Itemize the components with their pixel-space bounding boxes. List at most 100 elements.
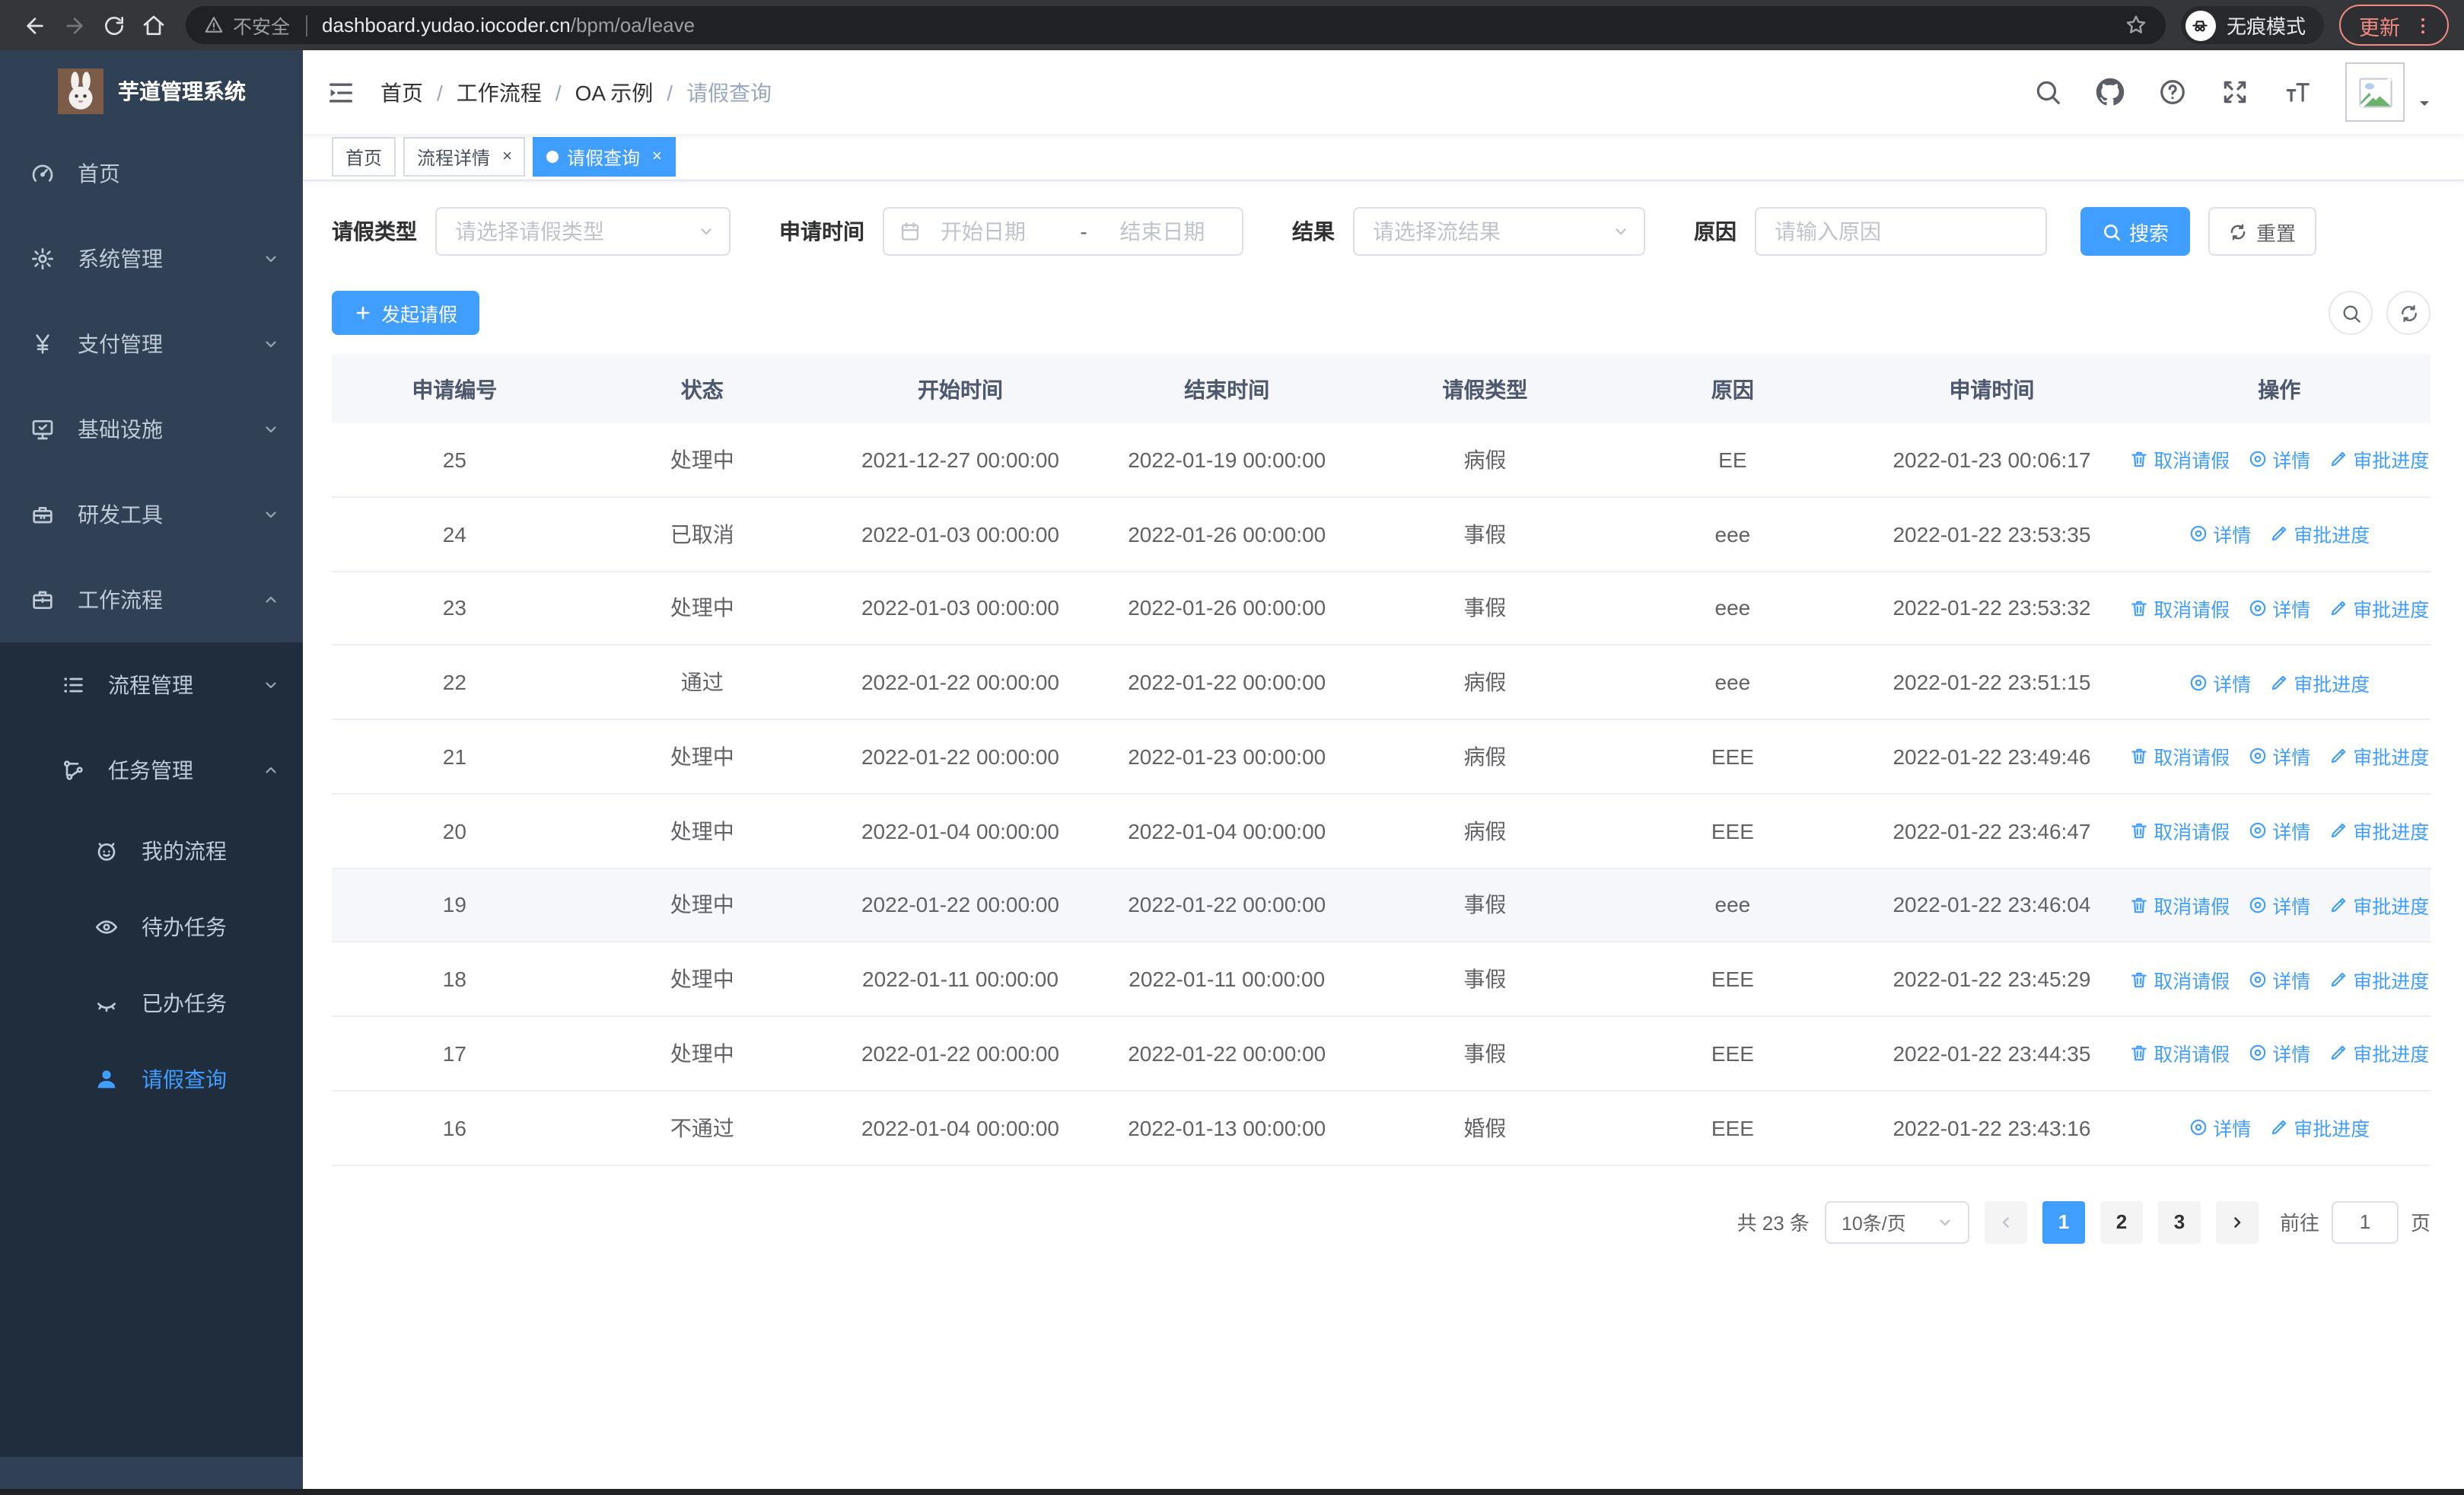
breadcrumb-item[interactable]: 工作流程 xyxy=(457,77,542,107)
sidebar-item-leave-query[interactable]: 请假查询 xyxy=(0,1041,303,1117)
sidebar-item-todo-tasks[interactable]: 待办任务 xyxy=(0,889,303,965)
progress-link[interactable]: 审批进度 xyxy=(2329,964,2429,993)
detail-link[interactable]: 详情 xyxy=(2248,816,2310,845)
detail-link[interactable]: 详情 xyxy=(2248,594,2310,623)
detail-link[interactable]: 详情 xyxy=(2248,1039,2310,1068)
font-size-icon[interactable] xyxy=(2283,78,2312,107)
cancel-link[interactable]: 取消请假 xyxy=(2129,594,2230,623)
start-date-placeholder[interactable]: 开始日期 xyxy=(941,216,1069,247)
sidebar-item-my-process[interactable]: 我的流程 xyxy=(0,813,303,889)
reason-input[interactable] xyxy=(1756,209,2045,254)
create-leave-button[interactable]: 发起请假 xyxy=(332,291,479,335)
user-menu[interactable] xyxy=(2345,62,2434,122)
update-button[interactable]: 更新 xyxy=(2339,5,2449,46)
detail-link[interactable]: 详情 xyxy=(2248,891,2310,920)
sidebar-item-system[interactable]: 系统管理 xyxy=(0,216,303,301)
bookmark-star-icon[interactable] xyxy=(2125,14,2147,37)
tab-请假查询[interactable]: 请假查询 × xyxy=(533,137,676,177)
sidebar-menu: 首页 系统管理 支付管理 基础设施 研发工具 工作流程 流程管理 任务管理 我的流程 待办任务 已办… xyxy=(0,131,303,1457)
cell-status: 处理中 xyxy=(670,1041,734,1066)
apply-time-range-picker[interactable]: 开始日期 - 结束日期 xyxy=(883,207,1243,256)
sidebar-item-payment[interactable]: 支付管理 xyxy=(0,301,303,387)
sidebar-fold-icon[interactable] xyxy=(326,77,356,107)
breadcrumb-item[interactable]: OA 示例 xyxy=(575,77,654,107)
sidebar-item-home[interactable]: 首页 xyxy=(0,131,303,216)
progress-link[interactable]: 审批进度 xyxy=(2269,668,2370,696)
page-button-3[interactable]: 3 xyxy=(2157,1200,2201,1243)
goto-page-input[interactable] xyxy=(2332,1202,2397,1242)
sidebar-item-devtools[interactable]: 研发工具 xyxy=(0,472,303,557)
forward-icon[interactable] xyxy=(55,5,94,45)
result-input[interactable] xyxy=(1355,209,1644,254)
cancel-link[interactable]: 取消请假 xyxy=(2129,816,2230,845)
close-icon[interactable]: × xyxy=(502,148,512,166)
sidebar-item-workflow[interactable]: 工作流程 xyxy=(0,557,303,642)
detail-label: 详情 xyxy=(2272,1044,2311,1066)
cancel-link[interactable]: 取消请假 xyxy=(2129,742,2230,771)
cancel-link[interactable]: 取消请假 xyxy=(2129,891,2230,920)
progress-link[interactable]: 审批进度 xyxy=(2329,742,2429,771)
breadcrumb-item[interactable]: 首页 xyxy=(380,77,423,107)
goto-input-box[interactable] xyxy=(2331,1200,2399,1243)
refresh-icon[interactable] xyxy=(2386,291,2431,335)
reset-button[interactable]: 重置 xyxy=(2208,207,2316,256)
sidebar-item-process-mgmt[interactable]: 流程管理 xyxy=(0,642,303,728)
home-icon[interactable] xyxy=(134,5,173,45)
github-icon[interactable] xyxy=(2096,78,2125,107)
detail-link[interactable]: 详情 xyxy=(2189,668,2251,696)
reload-icon[interactable] xyxy=(94,5,134,45)
cancel-link[interactable]: 取消请假 xyxy=(2129,964,2230,993)
cancel-link[interactable]: 取消请假 xyxy=(2129,1039,2230,1068)
page-size-select[interactable] xyxy=(1824,1200,1969,1243)
detail-link[interactable]: 详情 xyxy=(2189,1113,2251,1142)
address-bar[interactable]: 不安全 dashboard.yudao.iocoder.cn /bpm/oa/l… xyxy=(186,6,2166,44)
detail-link[interactable]: 详情 xyxy=(2189,519,2251,548)
chevron-down-icon xyxy=(262,335,280,353)
cell-end: 2022-01-11 00:00:00 xyxy=(1129,967,1326,992)
prev-page-icon[interactable] xyxy=(1984,1200,2027,1243)
back-icon[interactable] xyxy=(15,5,55,45)
leave-type-input[interactable] xyxy=(437,209,729,254)
reason-field[interactable] xyxy=(1755,207,2047,256)
detail-link[interactable]: 详情 xyxy=(2248,964,2310,993)
cell-actions: 取消请假 详情 审批进度 xyxy=(2128,943,2431,1016)
hide-search-icon[interactable] xyxy=(2329,291,2373,335)
close-icon[interactable]: × xyxy=(652,148,662,166)
cancel-link[interactable]: 取消请假 xyxy=(2129,445,2230,474)
detail-link[interactable]: 详情 xyxy=(2248,445,2310,474)
sidebar-item-task-mgmt[interactable]: 任务管理 xyxy=(0,728,303,813)
progress-link[interactable]: 审批进度 xyxy=(2269,519,2370,548)
fullscreen-icon[interactable] xyxy=(2220,78,2249,107)
avatar[interactable] xyxy=(2345,62,2405,122)
security-label[interactable]: 不安全 xyxy=(233,11,290,40)
sidebar-item-infra[interactable]: 基础设施 xyxy=(0,387,303,472)
sidebar-item-done-tasks[interactable]: 已办任务 xyxy=(0,965,303,1041)
search-button[interactable]: 搜索 xyxy=(2080,207,2190,256)
end-date-placeholder[interactable]: 结束日期 xyxy=(1098,216,1227,247)
detail-link[interactable]: 详情 xyxy=(2248,742,2310,771)
page-button-2[interactable]: 2 xyxy=(2099,1200,2143,1243)
kebab-menu-icon[interactable] xyxy=(2412,14,2434,36)
progress-link[interactable]: 审批进度 xyxy=(2329,816,2429,845)
search-icon[interactable] xyxy=(2033,78,2062,107)
page-size-input[interactable] xyxy=(1826,1202,1968,1242)
progress-label: 审批进度 xyxy=(2353,822,2430,844)
progress-link[interactable]: 审批进度 xyxy=(2329,891,2429,920)
app-logo[interactable]: 芋道管理系统 xyxy=(0,50,303,131)
progress-link[interactable]: 审批进度 xyxy=(2329,1039,2429,1068)
progress-link[interactable]: 审批进度 xyxy=(2329,594,2429,623)
detail-label: 详情 xyxy=(2272,822,2311,844)
next-page-icon[interactable] xyxy=(2215,1200,2259,1243)
help-icon[interactable] xyxy=(2158,78,2187,107)
tab-流程详情[interactable]: 流程详情 × xyxy=(403,137,526,177)
leave-type-select[interactable] xyxy=(435,207,731,256)
page-button-1[interactable]: 1 xyxy=(2042,1200,2085,1243)
result-select[interactable] xyxy=(1353,207,1645,256)
cell-id: 18 xyxy=(442,967,466,992)
page-numbers: 123 xyxy=(2042,1200,2201,1243)
progress-link[interactable]: 审批进度 xyxy=(2269,1113,2370,1142)
progress-link[interactable]: 审批进度 xyxy=(2329,445,2429,474)
caret-down-icon[interactable] xyxy=(2415,94,2434,122)
cell-end: 2022-01-26 00:00:00 xyxy=(1128,521,1326,547)
tab-首页[interactable]: 首页 xyxy=(332,137,396,177)
